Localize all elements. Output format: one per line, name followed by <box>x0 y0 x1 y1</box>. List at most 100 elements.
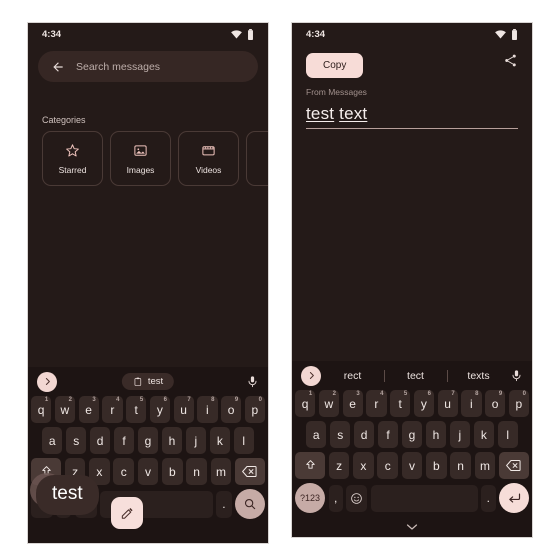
suggestion-strip: rect tect texts <box>292 361 532 390</box>
paste-popup-text[interactable]: test <box>36 475 99 515</box>
expand-toolbar-button[interactable] <box>301 365 321 386</box>
suggestion-item[interactable]: rect <box>321 370 384 382</box>
key-k[interactable]: k <box>209 427 231 454</box>
key-j[interactable]: j <box>185 427 207 454</box>
key-n[interactable]: n <box>450 452 472 479</box>
category-card-partial[interactable] <box>246 131 268 186</box>
navigation-hint <box>28 523 268 543</box>
key-d[interactable]: d <box>89 427 111 454</box>
key-k[interactable]: k <box>473 421 495 448</box>
voice-input-button[interactable] <box>246 375 259 388</box>
edit-word-1[interactable]: test <box>306 104 334 123</box>
key-m[interactable]: m <box>474 452 496 479</box>
key-c[interactable]: c <box>113 458 135 485</box>
key-y[interactable]: 6y <box>413 390 434 417</box>
search-input[interactable]: Search messages <box>76 61 160 73</box>
back-arrow-icon[interactable] <box>51 60 65 74</box>
paste-edit-button[interactable] <box>110 497 143 529</box>
key-m[interactable]: m <box>210 458 232 485</box>
key-w[interactable]: 2w <box>54 396 75 423</box>
key-h[interactable]: h <box>161 427 183 454</box>
hide-keyboard-button[interactable] <box>292 517 532 537</box>
key-n[interactable]: n <box>186 458 208 485</box>
pencil-icon <box>120 506 134 520</box>
battery-icon <box>247 28 254 40</box>
status-time: 4:34 <box>306 28 326 40</box>
key-a[interactable]: a <box>306 421 327 448</box>
categories-heading: Categories <box>42 115 86 125</box>
key-j[interactable]: j <box>449 421 471 448</box>
key-h[interactable]: h <box>425 421 447 448</box>
key-t[interactable]: 5t <box>390 390 411 417</box>
key-b[interactable]: b <box>161 458 183 485</box>
key-z[interactable]: z <box>328 452 350 479</box>
key-i[interactable]: 8i <box>461 390 482 417</box>
keyboard-row-2: a s d f g h j k l <box>292 421 532 452</box>
keyboard-row-1: 1q 2w 3e 4r 5t 6y 7u 8i 9o 0p <box>28 396 268 427</box>
key-a[interactable]: a <box>42 427 63 454</box>
key-e[interactable]: 3e <box>342 390 363 417</box>
key-d[interactable]: d <box>353 421 375 448</box>
search-action-key[interactable] <box>235 489 266 519</box>
search-bar[interactable]: Search messages <box>38 51 258 82</box>
key-o[interactable]: 9o <box>221 396 242 423</box>
share-icon[interactable] <box>503 53 518 68</box>
voice-input-button[interactable] <box>510 369 523 382</box>
key-c[interactable]: c <box>377 452 399 479</box>
key-v[interactable]: v <box>401 452 423 479</box>
key-g[interactable]: g <box>401 421 423 448</box>
emoji-key[interactable] <box>346 484 368 512</box>
key-l[interactable]: l <box>497 421 518 448</box>
backspace-key[interactable] <box>498 452 530 479</box>
key-r[interactable]: 4r <box>366 390 387 417</box>
categories-row: Starred Images Videos <box>28 131 268 186</box>
category-card-starred[interactable]: Starred <box>42 131 103 186</box>
comma-key[interactable]: , <box>328 484 343 512</box>
key-y[interactable]: 6y <box>149 396 170 423</box>
copy-button[interactable]: Copy <box>306 53 364 78</box>
period-key[interactable]: . <box>481 484 496 512</box>
expand-toolbar-button[interactable] <box>37 371 57 392</box>
symbols-key[interactable]: ?123 <box>295 483 325 513</box>
key-x[interactable]: x <box>352 452 374 479</box>
clipboard-suggestion-chip[interactable]: test <box>121 373 175 390</box>
key-v[interactable]: v <box>137 458 159 485</box>
key-b[interactable]: b <box>425 452 447 479</box>
suggestion-item[interactable]: tect <box>384 370 447 382</box>
suggestion-item[interactable]: texts <box>447 370 510 382</box>
backspace-key[interactable] <box>234 458 266 485</box>
key-p[interactable]: 0p <box>244 396 265 423</box>
key-q[interactable]: 1q <box>31 396 52 423</box>
edit-word-2[interactable]: text <box>339 104 367 123</box>
enter-key[interactable] <box>499 483 530 513</box>
key-e[interactable]: 3e <box>78 396 99 423</box>
key-f[interactable]: f <box>377 421 399 448</box>
key-w[interactable]: 2w <box>318 390 339 417</box>
category-card-videos[interactable]: Videos <box>178 131 239 186</box>
edit-field-value[interactable]: test text <box>306 104 518 128</box>
key-u[interactable]: 7u <box>437 390 458 417</box>
key-g[interactable]: g <box>137 427 159 454</box>
space-key[interactable] <box>370 484 478 512</box>
key-f[interactable]: f <box>113 427 135 454</box>
key-s[interactable]: s <box>65 427 87 454</box>
category-card-images[interactable]: Images <box>110 131 171 186</box>
key-p[interactable]: 0p <box>508 390 529 417</box>
key-o[interactable]: 9o <box>485 390 506 417</box>
key-t[interactable]: 5t <box>126 396 147 423</box>
emoji-icon <box>350 492 363 505</box>
shift-key[interactable] <box>294 452 326 479</box>
paste-popup[interactable]: test <box>36 475 143 529</box>
battery-icon <box>511 28 518 40</box>
key-s[interactable]: s <box>329 421 351 448</box>
key-q[interactable]: 1q <box>295 390 316 417</box>
key-r[interactable]: 4r <box>102 396 123 423</box>
text-edit-field[interactable]: test text <box>306 104 518 129</box>
key-u[interactable]: 7u <box>173 396 194 423</box>
search-icon <box>243 497 257 511</box>
keyboard-row-4: ?123 , . <box>292 483 532 517</box>
key-l[interactable]: l <box>233 427 254 454</box>
key-i[interactable]: 8i <box>197 396 218 423</box>
period-key[interactable]: . <box>216 490 232 518</box>
keyboard: rect tect texts 1q 2w 3e 4r 5t 6y 7u 8i … <box>292 361 532 537</box>
